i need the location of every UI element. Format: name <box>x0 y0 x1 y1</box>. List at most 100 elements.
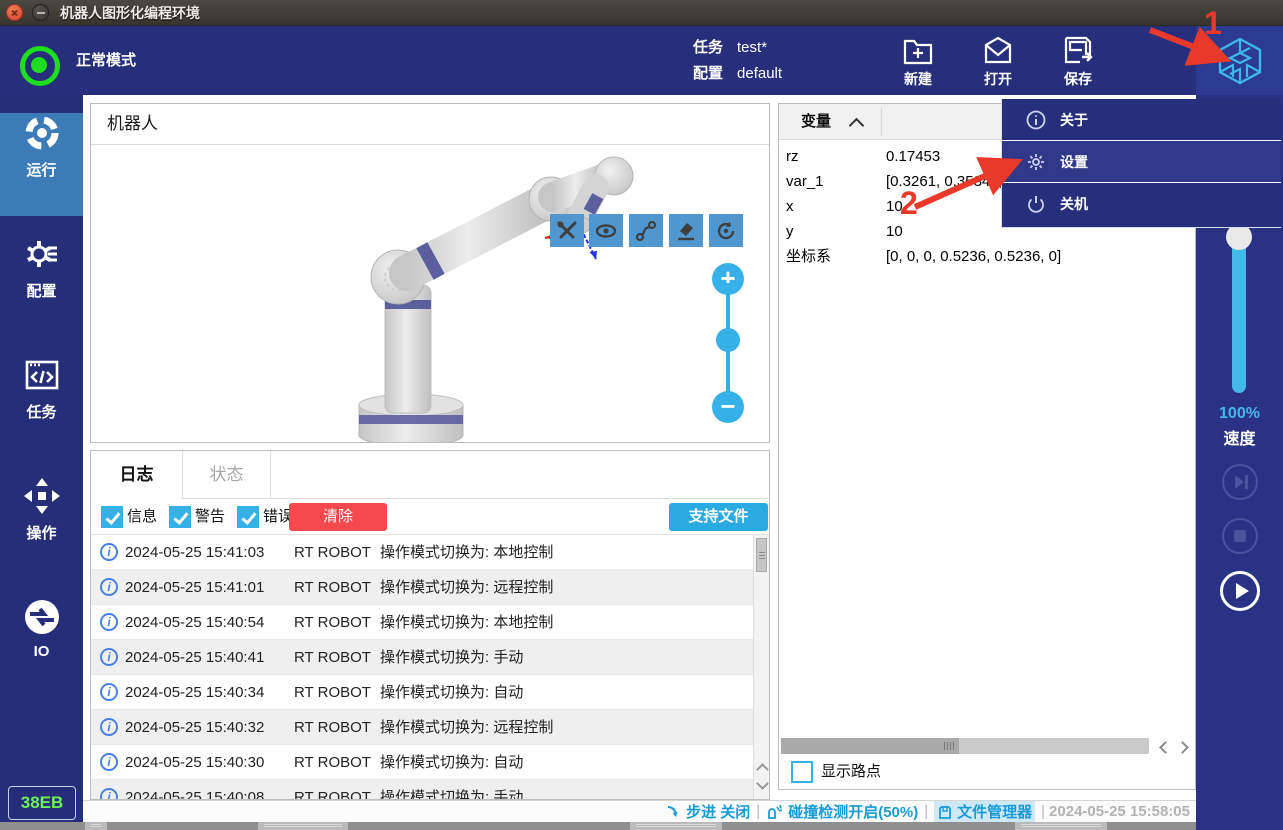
support-files-button[interactable]: 支持文件 <box>669 503 768 531</box>
os-titlebar: 机器人图形化编程环境 <box>0 0 1283 26</box>
io-icon <box>22 597 62 637</box>
log-row[interactable]: i 2024-05-25 15:40:32 RT ROBOT 操作模式切换为: … <box>91 710 753 745</box>
sidebar-item-config[interactable]: 配置 <box>0 234 83 337</box>
variables-hscrollbar[interactable] <box>781 738 1149 754</box>
background-taskbar <box>0 822 1283 830</box>
log-scrollbar[interactable] <box>753 535 769 799</box>
log-info-icon: i <box>100 543 118 561</box>
app-dropdown-menu: 关于 设置 关机 <box>1001 99 1281 228</box>
view-tools-button[interactable] <box>550 214 584 247</box>
log-source: RT ROBOT <box>294 640 371 675</box>
zoom-slider-handle[interactable] <box>716 328 740 352</box>
variable-name: x <box>786 194 794 219</box>
menu-item-settings[interactable]: 设置 <box>1002 141 1281 183</box>
log-info-icon: i <box>100 683 118 701</box>
show-waypoints-checkbox[interactable] <box>791 761 813 783</box>
log-info-icon: i <box>100 718 118 736</box>
config-label: 配置 <box>693 65 723 82</box>
view-path-button[interactable] <box>629 214 663 247</box>
clear-log-button[interactable]: 清除 <box>289 503 387 531</box>
app-logo-cube-icon <box>1215 36 1265 86</box>
log-info-icon: i <box>100 753 118 771</box>
step-forward-button[interactable] <box>1222 464 1258 500</box>
rotate-icon <box>715 220 737 242</box>
log-source: RT ROBOT <box>294 780 371 799</box>
sidebar-item-io[interactable]: IO <box>0 597 83 700</box>
robot-programming-app: 机器人图形化编程环境 正常模式 任务test* 配置default 新建 打开 <box>0 0 1283 830</box>
run-icon <box>22 113 62 153</box>
scroll-right-icon[interactable] <box>1177 740 1191 754</box>
play-button[interactable] <box>1220 571 1260 611</box>
log-row[interactable]: i 2024-05-25 15:40:54 RT ROBOT 操作模式切换为: … <box>91 605 753 640</box>
menu-item-about[interactable]: 关于 <box>1002 99 1281 141</box>
sidebar-item-task[interactable]: 任务 <box>0 355 83 458</box>
robot-3d-view[interactable]: + − <box>91 145 769 442</box>
log-time: 2024-05-25 15:40:34 <box>125 675 264 710</box>
tab-log[interactable]: 日志 <box>91 451 183 499</box>
window-close-icon[interactable] <box>6 4 23 21</box>
log-source: RT ROBOT <box>294 745 371 780</box>
log-row[interactable]: i 2024-05-25 15:40:41 RT ROBOT 操作模式切换为: … <box>91 640 753 675</box>
stop-button[interactable] <box>1222 518 1258 554</box>
log-info-icon: i <box>100 613 118 631</box>
variables-hscrollbar-thumb[interactable] <box>781 738 959 754</box>
new-folder-icon <box>901 33 935 67</box>
log-message: 操作模式切换为: 本地控制 <box>380 605 553 640</box>
open-button[interactable]: 打开 <box>962 29 1034 93</box>
variable-name: y <box>786 219 794 244</box>
window-minimize-icon[interactable] <box>32 4 49 21</box>
log-time: 2024-05-25 15:40:32 <box>125 710 264 745</box>
filter-warning-checkbox[interactable] <box>169 506 191 528</box>
log-row[interactable]: i 2024-05-25 15:40:34 RT ROBOT 操作模式切换为: … <box>91 675 753 710</box>
log-row[interactable]: i 2024-05-25 15:40:30 RT ROBOT 操作模式切换为: … <box>91 745 753 780</box>
log-message: 操作模式切换为: 远程控制 <box>380 710 553 745</box>
menu-item-shutdown[interactable]: 关机 <box>1002 183 1281 225</box>
save-button[interactable]: 保存 <box>1042 29 1114 93</box>
tab-status[interactable]: 状态 <box>183 451 271 499</box>
step-mode-status[interactable]: 步进 关闭 <box>666 801 750 822</box>
log-time: 2024-05-25 15:40:54 <box>125 605 264 640</box>
new-button[interactable]: 新建 <box>882 29 954 93</box>
scroll-up-icon[interactable] <box>756 761 768 773</box>
status-timestamp: 2024-05-25 15:58:05 <box>1049 803 1190 820</box>
zoom-out-button[interactable]: − <box>712 391 744 423</box>
log-row[interactable]: i 2024-05-25 15:41:01 RT ROBOT 操作模式切换为: … <box>91 570 753 605</box>
task-value: test* <box>737 39 767 56</box>
mode-indicator-icon <box>20 46 60 86</box>
variable-value: 10 <box>886 219 903 244</box>
robot-3d-panel: 机器人 <box>90 103 770 443</box>
log-scrollbar-thumb[interactable] <box>756 538 767 572</box>
log-filterbar: 信息 警告 错误 清除 支持文件 <box>91 499 769 535</box>
open-icon <box>981 33 1015 67</box>
view-rotate-button[interactable] <box>709 214 743 247</box>
view-zoom-control: + − <box>711 263 745 423</box>
step-icon <box>666 804 682 820</box>
variable-row[interactable]: 坐标系 [0, 0, 0, 0.5236, 0.5236, 0] <box>779 244 1195 269</box>
file-manager-status[interactable]: 文件管理器 <box>934 801 1035 822</box>
app-header: 正常模式 任务test* 配置default 新建 打开 <box>0 26 1283 95</box>
speed-slider-track[interactable] <box>1232 235 1246 393</box>
filter-error-checkbox[interactable] <box>237 506 259 528</box>
show-waypoints-label: 显示路点 <box>821 761 881 783</box>
eye-icon <box>595 220 617 242</box>
file-manager-icon <box>937 804 953 820</box>
collision-detection-status[interactable]: 碰撞检测开启(50%) <box>766 801 918 822</box>
scroll-left-icon[interactable] <box>1157 740 1171 754</box>
window-title: 机器人图形化编程环境 <box>60 0 200 26</box>
sidebar-item-run[interactable]: 运行 <box>0 113 83 216</box>
sidebar-item-jog[interactable]: 操作 <box>0 476 83 579</box>
power-icon <box>1026 194 1046 214</box>
scroll-down-icon[interactable] <box>756 779 768 791</box>
config-gear-icon <box>22 234 62 274</box>
log-source: RT ROBOT <box>294 535 371 570</box>
main-menu-button[interactable] <box>1196 26 1283 95</box>
log-message: 操作模式切换为: 远程控制 <box>380 570 553 605</box>
view-visibility-button[interactable] <box>589 214 623 247</box>
log-row[interactable]: i 2024-05-25 15:40:08 RT ROBOT 操作模式切换为: … <box>91 780 753 799</box>
filter-info-checkbox[interactable] <box>101 506 123 528</box>
view-erase-button[interactable] <box>669 214 703 247</box>
log-info-icon: i <box>100 788 118 799</box>
log-info-icon: i <box>100 648 118 666</box>
status-bar: 步进 关闭 | 碰撞检测开启(50%) | 文件管理器 | 2024-05-25… <box>83 800 1196 822</box>
log-row[interactable]: i 2024-05-25 15:41:03 RT ROBOT 操作模式切换为: … <box>91 535 753 570</box>
